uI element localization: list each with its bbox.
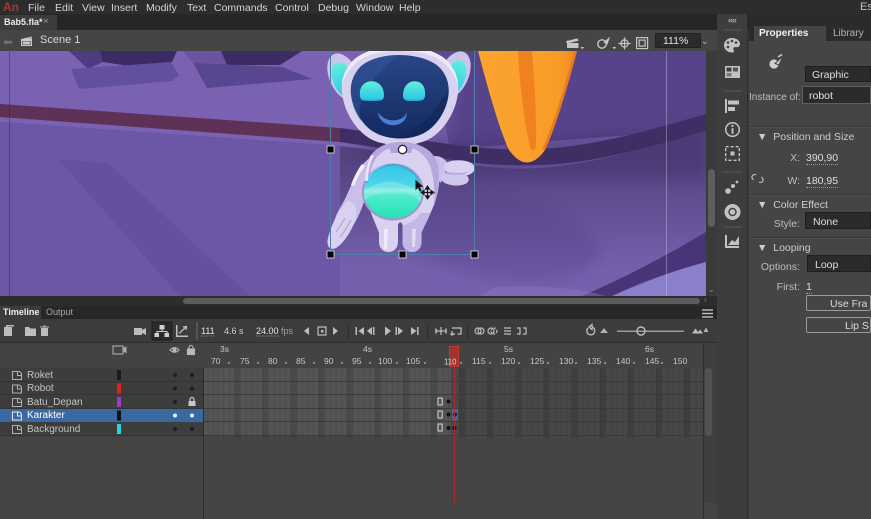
- svg-text:85: 85: [296, 356, 306, 366]
- svg-text:111: 111: [201, 326, 215, 336]
- svg-text:145: 145: [645, 356, 659, 366]
- svg-text:140: 140: [616, 356, 630, 366]
- svg-text:150: 150: [673, 356, 687, 366]
- svg-text:4s: 4s: [363, 344, 372, 354]
- svg-text:120: 120: [501, 356, 515, 366]
- svg-text:105: 105: [406, 356, 420, 366]
- svg-text:24.00 fps: 24.00 fps: [256, 326, 294, 336]
- svg-text:135: 135: [587, 356, 601, 366]
- svg-text:95: 95: [352, 356, 362, 366]
- svg-text:80: 80: [268, 356, 278, 366]
- svg-text:3s: 3s: [220, 344, 229, 354]
- svg-text:75: 75: [240, 356, 250, 366]
- svg-text:4.6 s: 4.6 s: [224, 326, 244, 336]
- svg-text:90: 90: [324, 356, 334, 366]
- svg-text:115: 115: [472, 356, 486, 366]
- svg-text:6s: 6s: [645, 344, 654, 354]
- svg-text:100: 100: [378, 356, 392, 366]
- svg-text:5s: 5s: [504, 344, 513, 354]
- svg-text:125: 125: [530, 356, 544, 366]
- svg-text:130: 130: [559, 356, 573, 366]
- svg-text:70: 70: [211, 356, 221, 366]
